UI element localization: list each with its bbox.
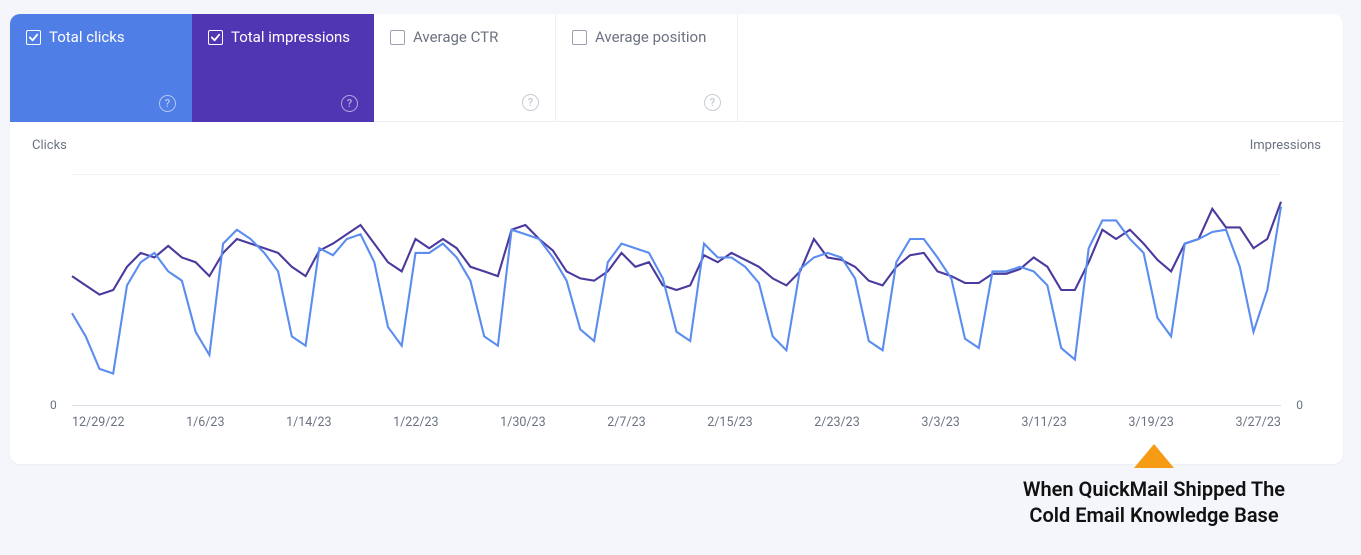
tab-average-position[interactable]: Average position ? xyxy=(556,14,738,122)
chart-area: Clicks Impressions 0 0 12/29/221/6/231/1… xyxy=(10,122,1343,416)
triangle-icon xyxy=(1134,444,1174,468)
help-icon[interactable]: ? xyxy=(704,94,721,111)
tab-label: Total clicks xyxy=(49,28,125,46)
x-tick-label: 2/15/23 xyxy=(707,415,752,430)
checkbox-icon xyxy=(390,30,405,45)
series-impressions xyxy=(72,202,1281,295)
performance-card: Total clicks ? Total impressions ? Avera… xyxy=(10,14,1343,464)
y-left-zero: 0 xyxy=(50,398,57,412)
chart-lines xyxy=(72,174,1281,406)
x-axis-labels: 12/29/22 1/6/23 1/14/23 1/22/23 1/30/23 2/7/2… xyxy=(72,415,1281,430)
y-right-zero: 0 xyxy=(1296,398,1303,412)
x-tick-label: 1/6/23 xyxy=(186,415,224,430)
checkbox-icon xyxy=(208,30,223,45)
annotation-callout: When QuickMail Shipped The Cold Email Kn… xyxy=(974,444,1334,528)
x-tick-label: 3/11/23 xyxy=(1021,415,1066,430)
y-axis-left-label: Clicks xyxy=(32,138,67,153)
metric-tabs: Total clicks ? Total impressions ? Avera… xyxy=(10,14,1343,122)
checkbox-icon xyxy=(572,30,587,45)
x-tick-label: 3/27/23 xyxy=(1235,415,1280,430)
x-tick-label: 3/19/23 xyxy=(1128,415,1173,430)
tab-total-impressions[interactable]: Total impressions ? xyxy=(192,14,374,122)
annotation-line2: Cold Email Knowledge Base xyxy=(974,502,1334,528)
y-axis-right-label: Impressions xyxy=(1250,138,1321,153)
x-tick-label: 2/23/23 xyxy=(814,415,859,430)
checkbox-icon xyxy=(26,30,41,45)
tab-label: Average CTR xyxy=(413,28,498,46)
chart-plot[interactable]: 0 0 12/29/221/6/231/14/231/22/231/30/232… xyxy=(72,174,1281,406)
annotation-line1: When QuickMail Shipped The xyxy=(974,476,1334,502)
tabs-filler xyxy=(738,14,1343,122)
x-tick-label: 2/7/23 xyxy=(607,415,645,430)
tab-label: Total impressions xyxy=(231,28,350,46)
help-icon[interactable]: ? xyxy=(341,95,358,112)
help-icon[interactable]: ? xyxy=(159,95,176,112)
tab-label: Average position xyxy=(595,28,706,46)
x-tick-label: 12/29/22 xyxy=(72,415,124,430)
x-tick-label: 1/14/23 xyxy=(286,415,331,430)
x-tick-label: 1/30/23 xyxy=(500,415,545,430)
x-tick-label: 1/22/23 xyxy=(393,415,438,430)
help-icon[interactable]: ? xyxy=(522,94,539,111)
x-tick-label: 3/3/23 xyxy=(921,415,959,430)
tab-average-ctr[interactable]: Average CTR ? xyxy=(374,14,556,122)
tab-total-clicks[interactable]: Total clicks ? xyxy=(10,14,192,122)
